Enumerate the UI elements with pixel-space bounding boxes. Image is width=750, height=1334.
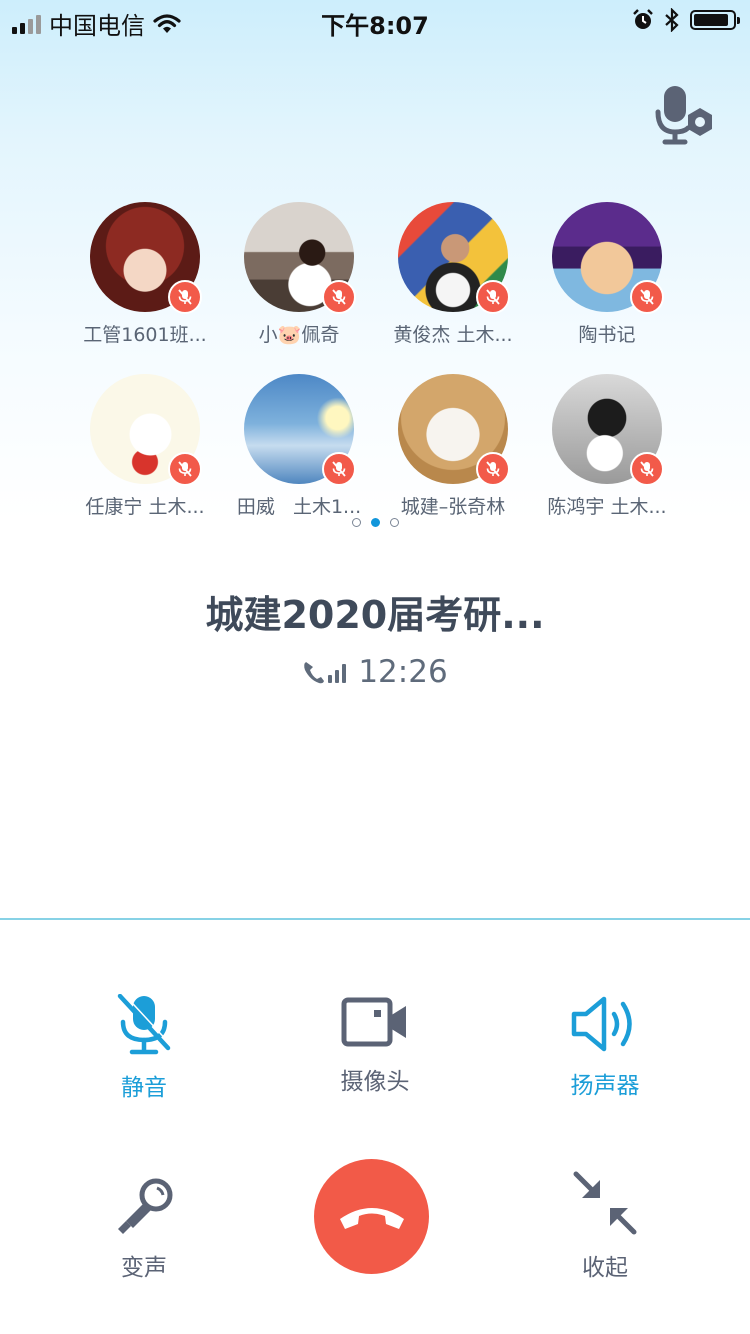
speaker-icon xyxy=(571,996,632,1052)
page-indicator[interactable] xyxy=(0,518,750,527)
mic-off-icon xyxy=(117,994,172,1055)
participant-name: 田威 土木1... xyxy=(236,496,362,518)
avatar xyxy=(552,374,664,486)
muted-mic-icon xyxy=(168,452,202,486)
participant-name: 小🐷佩奇 xyxy=(258,324,340,346)
collapse-button[interactable]: 收起 xyxy=(505,1170,705,1282)
voice-changer-button[interactable]: 变声 xyxy=(44,1176,244,1282)
avatar xyxy=(552,202,664,314)
participant[interactable]: 任康宁 土木... xyxy=(68,370,222,542)
participant[interactable]: 小🐷佩奇 xyxy=(222,198,376,370)
call-duration: 12:26 xyxy=(358,654,448,690)
participant[interactable]: 陶书记 xyxy=(530,198,684,370)
page-dot[interactable] xyxy=(389,518,399,527)
participant-name: 工管1601班... xyxy=(83,324,207,346)
battery-icon xyxy=(690,10,740,30)
call-signal-icon xyxy=(304,662,347,684)
hang-up-button[interactable] xyxy=(314,1159,429,1274)
video-camera-icon xyxy=(341,997,406,1047)
voice-changer-label: 变声 xyxy=(121,1255,167,1281)
speaker-button[interactable]: 扬声器 xyxy=(505,994,705,1100)
avatar xyxy=(398,374,510,486)
avatar xyxy=(244,374,356,486)
alarm-icon xyxy=(633,9,653,29)
avatar xyxy=(90,374,202,486)
avatar xyxy=(90,202,202,314)
speaker-label: 扬声器 xyxy=(570,1073,640,1099)
participants-grid: 工管1601班... 小🐷佩奇 黄俊杰 土木... 陶书记 任康宁 土木... … xyxy=(68,198,684,542)
participant[interactable]: 陈鸿宇 土木... xyxy=(530,370,684,542)
divider xyxy=(0,918,750,920)
bluetooth-icon xyxy=(665,8,679,32)
muted-mic-icon xyxy=(630,452,664,486)
participant[interactable]: 黄俊杰 土木... xyxy=(376,198,530,370)
group-call-title: 城建2020届考研... xyxy=(205,593,545,637)
muted-mic-icon xyxy=(168,280,202,314)
muted-mic-icon xyxy=(322,452,356,486)
page-dot-active[interactable] xyxy=(370,518,380,527)
participant-name: 城建–张奇林 xyxy=(400,496,506,518)
participant-name: 陈鸿宇 土木... xyxy=(547,496,667,518)
mic-settings-icon[interactable] xyxy=(654,84,718,146)
participant[interactable]: 工管1601班... xyxy=(68,198,222,370)
page-dot[interactable] xyxy=(351,518,361,527)
call-timer: 12:26 xyxy=(0,654,750,690)
voice-changer-icon xyxy=(118,1178,173,1234)
participant[interactable]: 田威 土木1... xyxy=(222,370,376,542)
participant-name: 黄俊杰 土木... xyxy=(393,324,513,346)
avatar xyxy=(398,202,510,314)
muted-mic-icon xyxy=(476,280,510,314)
collapse-label: 收起 xyxy=(582,1255,628,1281)
muted-mic-icon xyxy=(630,280,664,314)
mute-label: 静音 xyxy=(121,1075,167,1101)
collapse-arrows-icon xyxy=(573,1171,637,1235)
status-bar: 中国电信 下午8:07 xyxy=(0,0,750,40)
camera-label: 摄像头 xyxy=(340,1069,410,1095)
status-bar-right xyxy=(632,8,740,32)
participant-name: 陶书记 xyxy=(578,324,636,346)
camera-button[interactable]: 摄像头 xyxy=(275,994,475,1096)
mute-button[interactable]: 静音 xyxy=(44,994,244,1102)
avatar xyxy=(244,202,356,314)
participant[interactable]: 城建–张奇林 xyxy=(376,370,530,542)
muted-mic-icon xyxy=(322,280,356,314)
end-call-icon xyxy=(339,1207,404,1229)
muted-mic-icon xyxy=(476,452,510,486)
participant-name: 任康宁 土木... xyxy=(85,496,205,518)
